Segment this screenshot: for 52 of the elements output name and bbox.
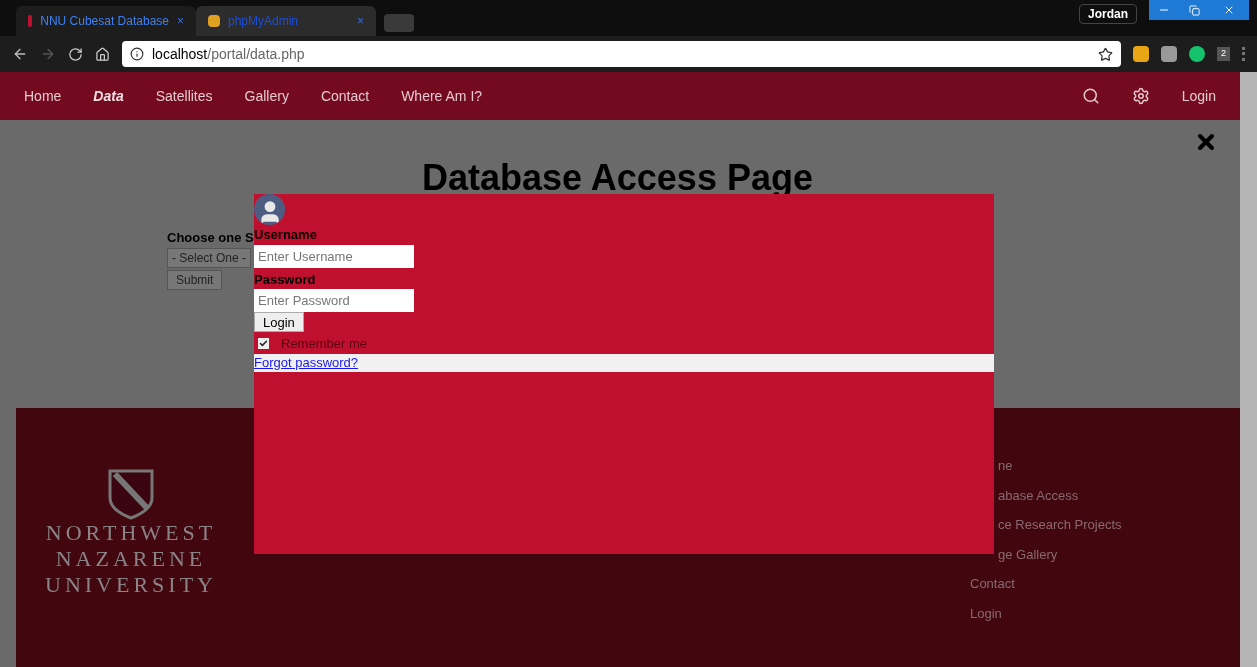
username-field[interactable]: Enter Username [254,244,414,268]
shield-logo-icon [107,468,155,520]
remember-label: Remember me [281,335,367,353]
profile-name[interactable]: Jordan [1079,4,1137,24]
field-label: Username [254,226,317,244]
password-field[interactable]: Enter Password [254,289,414,312]
site-icon [208,15,220,27]
select-dropdown[interactable]: - Select One - [167,247,252,268]
nav-link[interactable]: Where Am I? [401,85,483,107]
menu-icon[interactable] [1242,47,1245,61]
submit-button[interactable]: Submit [167,269,223,290]
nav-link[interactable]: Data [93,85,124,107]
university-name: NAZARENE [55,546,207,572]
site-icon [28,15,33,27]
back-icon[interactable] [12,46,28,62]
tab-title: phpMyAdmin [228,13,299,30]
footer-link[interactable]: Login [970,603,1002,623]
nav-link[interactable]: Satellites [155,85,213,107]
home-icon[interactable] [95,46,110,62]
tab-title: NNU Cubesat Database [40,13,169,30]
close-icon [1223,4,1235,16]
nav-link[interactable]: Contact [320,85,370,107]
footer-link[interactable]: abase Access [998,485,1079,505]
avatar-icon [254,194,285,225]
university-name: NORTHWEST [45,520,217,546]
forgot-password-link[interactable]: Forgot password? [254,352,359,373]
browser-tab[interactable]: NNU Cubesat Database × [16,6,196,36]
footer-link[interactable]: ge Gallery [998,544,1058,564]
extension-icon[interactable] [1189,46,1205,62]
remember-checkbox[interactable] [258,338,269,350]
extension-badge[interactable]: 2 [1217,47,1230,61]
tab-close[interactable]: × [177,12,184,30]
footer-link[interactable]: Contact [970,574,1015,594]
restore-icon [1188,4,1200,16]
login-button[interactable]: Login [254,312,304,332]
footer-link[interactable]: ce Research Projects [998,515,1122,535]
info-icon[interactable] [130,47,144,61]
choose-label: Choose one S [167,229,254,247]
settings-icon[interactable] [1131,87,1150,105]
nav-link[interactable]: Login [1181,85,1216,107]
search-icon[interactable] [1081,87,1100,105]
address-bar[interactable]: localhost/portal/data.php [122,41,1121,67]
reload-icon[interactable] [68,46,83,62]
extension-icon[interactable] [1133,46,1149,62]
field-label: Password [254,270,316,289]
page-title: Database Access Page [422,160,813,196]
extension-icon[interactable] [1161,46,1177,62]
university-name: UNIVERSITY [45,572,217,598]
nav-link[interactable]: Gallery [244,85,289,107]
bookmark-star-icon[interactable] [1098,46,1113,62]
nav-link[interactable]: Home [24,85,62,107]
url-text: localhost/portal/data.php [152,44,305,64]
